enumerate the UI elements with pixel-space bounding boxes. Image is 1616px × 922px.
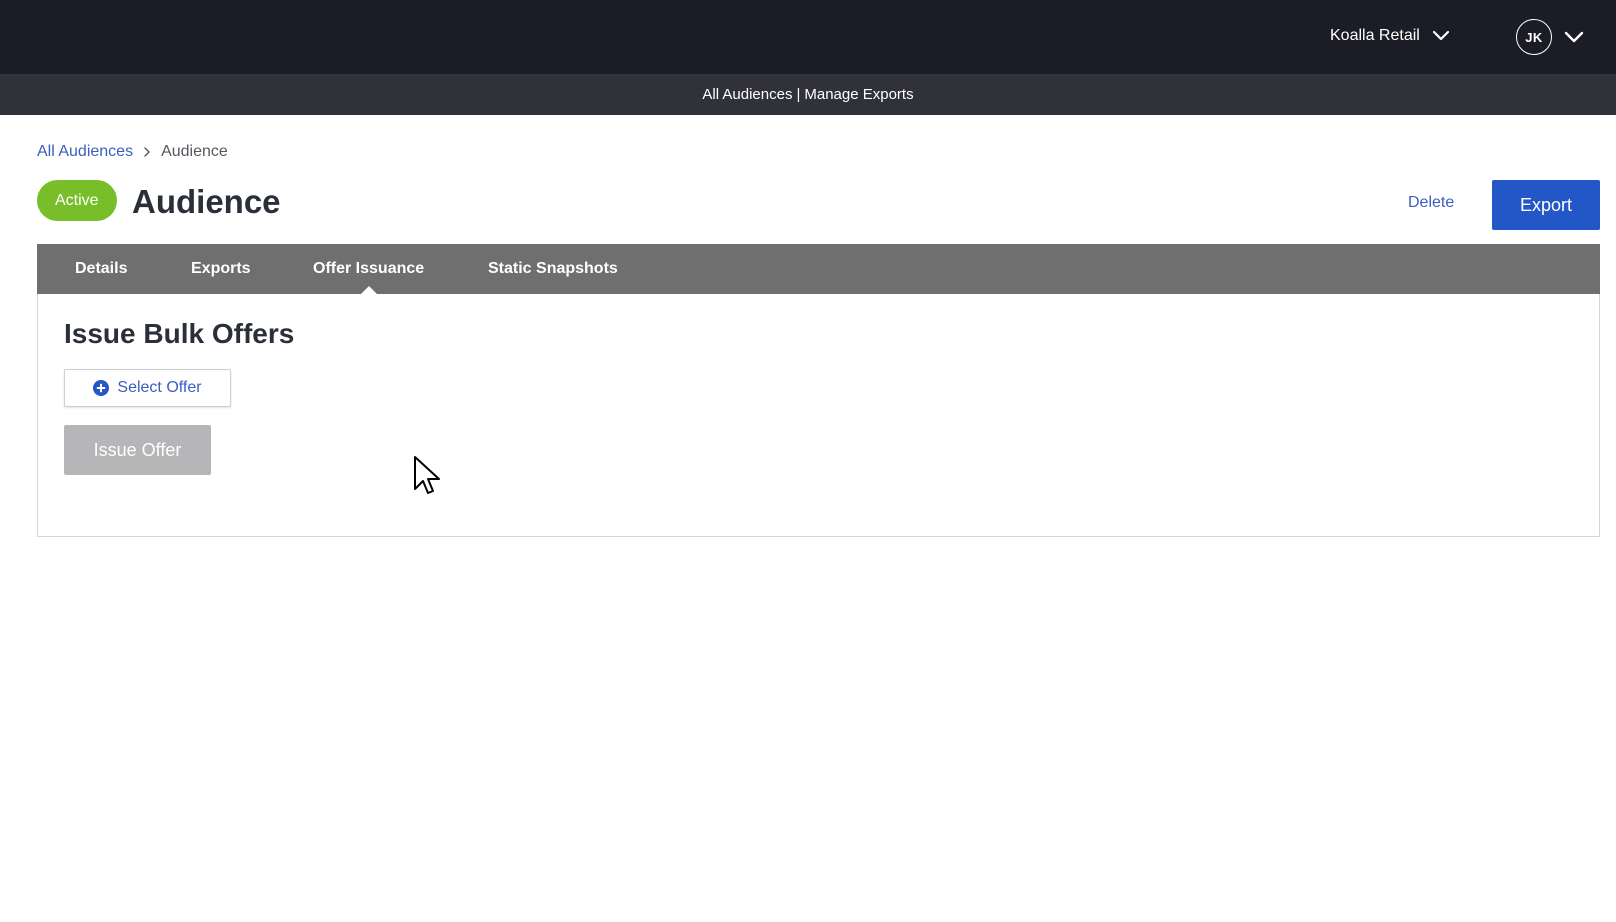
chevron-right-icon: [144, 147, 150, 157]
tab-offer-issuance[interactable]: Offer Issuance: [313, 244, 424, 294]
mouse-cursor-icon: [414, 456, 440, 494]
nav-link-manage-exports[interactable]: Manage Exports: [804, 86, 913, 103]
export-button[interactable]: Export: [1492, 180, 1600, 230]
tab-bar: Details Exports Offer Issuance Static Sn…: [37, 244, 1600, 294]
select-offer-button[interactable]: Select Offer: [64, 369, 231, 407]
delete-button[interactable]: Delete: [1408, 194, 1454, 212]
plus-circle-icon: [93, 380, 110, 396]
chevron-down-icon[interactable]: [1564, 27, 1584, 47]
section-title: Issue Bulk Offers: [64, 318, 295, 349]
chevron-down-icon: [1432, 30, 1449, 41]
top-bar: Koalla Retail JK: [0, 0, 1616, 74]
page-title: Audience: [132, 183, 281, 220]
offer-issuance-panel: Issue Bulk Offers Select Offer Issue Off…: [37, 294, 1600, 537]
breadcrumb: All Audiences Audience: [37, 143, 228, 161]
tab-static-snapshots[interactable]: Static Snapshots: [488, 244, 618, 294]
tab-details[interactable]: Details: [75, 244, 127, 294]
secondary-nav: All Audiences | Manage Exports: [0, 74, 1616, 115]
breadcrumb-link-all-audiences[interactable]: All Audiences: [37, 143, 133, 161]
status-badge: Active: [37, 180, 117, 221]
user-avatar[interactable]: JK: [1516, 19, 1552, 55]
org-switcher[interactable]: Koalla Retail: [1330, 22, 1450, 50]
user-initials: JK: [1525, 29, 1543, 45]
tab-exports[interactable]: Exports: [191, 244, 251, 294]
breadcrumb-current: Audience: [161, 143, 228, 160]
select-offer-label: Select Offer: [117, 379, 202, 396]
nav-separator: |: [796, 86, 801, 103]
org-name: Koalla Retail: [1330, 27, 1420, 44]
nav-link-all-audiences[interactable]: All Audiences: [702, 86, 792, 103]
issue-offer-button[interactable]: Issue Offer: [64, 425, 211, 475]
